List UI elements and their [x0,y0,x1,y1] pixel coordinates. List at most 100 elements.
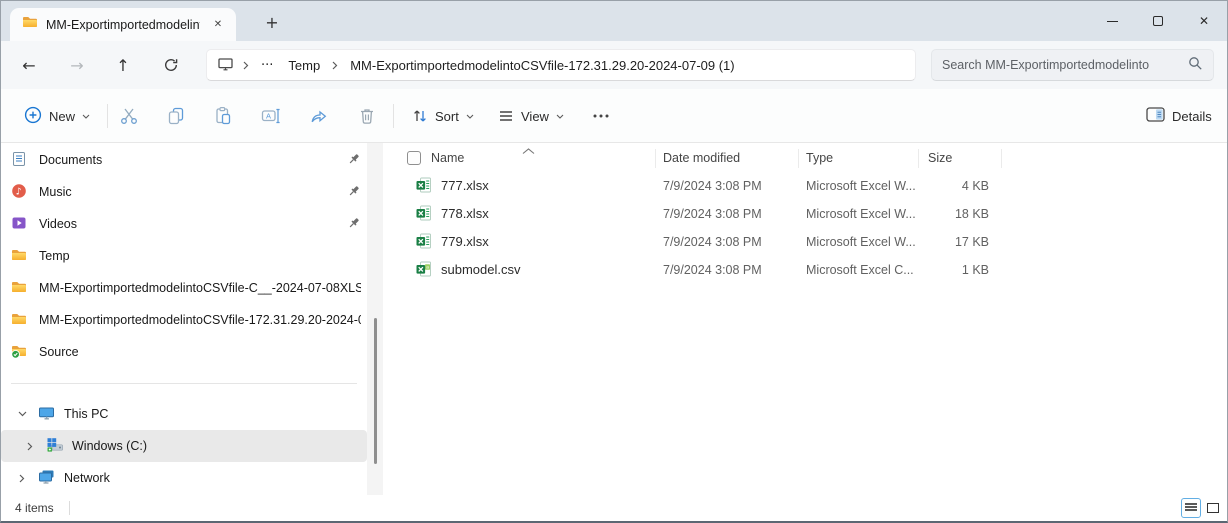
see-more-button[interactable] [585,100,617,132]
sidebar-item-label: Documents [39,153,102,167]
breadcrumb-overflow[interactable]: ··· [258,56,276,75]
chevron-down-icon [82,114,90,119]
select-all-checkbox[interactable] [407,151,421,165]
minimize-button[interactable] [1089,1,1135,41]
file-rows: 777.xlsx 7/9/2024 3:08 PM Microsoft Exce… [383,171,1227,283]
music-icon: ♪ [11,183,27,202]
copy-icon [166,106,186,126]
tab-close-icon[interactable]: ✕ [208,15,228,35]
file-type: Microsoft Excel W... [806,179,916,193]
sidebar-item-mm-folder-1[interactable]: MM-ExportimportedmodelintoCSVfile-C__-20… [1,272,367,304]
item-count: 4 items [15,501,54,515]
back-button[interactable]: ← [13,49,45,81]
chevron-collapsed-icon[interactable] [15,474,29,483]
file-row[interactable]: 779.xlsx 7/9/2024 3:08 PM Microsoft Exce… [383,227,1227,255]
minimize-icon [1107,21,1118,22]
column-header-size[interactable]: Size [928,151,952,165]
chevron-down-icon [556,114,564,119]
pin-icon [347,152,361,169]
paste-button[interactable] [207,100,239,132]
rename-button[interactable]: A [255,100,287,132]
sidebar-scrollbar-thumb[interactable] [374,318,377,464]
sort-button-label: Sort [435,109,459,124]
column-header-type[interactable]: Type [806,151,833,165]
share-button[interactable] [303,100,335,132]
explorer-tab[interactable]: MM-Exportimportedmodelinto ✕ [10,8,236,41]
refresh-button[interactable] [155,49,187,81]
breadcrumb-current-folder[interactable]: MM-ExportimportedmodelintoCSVfile-172.31… [347,56,737,75]
sidebar-item-label: Temp [39,249,70,263]
maximize-icon [1153,16,1163,26]
copy-button[interactable] [160,100,192,132]
svg-text:a: a [426,266,429,271]
new-tab-button[interactable]: + [259,9,285,35]
refresh-icon [163,57,179,73]
sidebar-item-label: MM-ExportimportedmodelintoCSVfile-C__-20… [39,281,361,295]
sidebar-item-temp[interactable]: Temp [1,240,367,272]
file-date-modified: 7/9/2024 3:08 PM [663,207,762,221]
file-name: submodel.csv [441,262,520,277]
sidebar-item-videos[interactable]: Videos [1,208,367,240]
sidebar-item-label: Windows (C:) [72,439,147,453]
file-type: Microsoft Excel C... [806,263,916,277]
view-button[interactable]: View [489,99,573,133]
sidebar-item-label: Music [39,185,72,199]
sidebar-item-source[interactable]: Source [1,336,367,368]
sidebar-item-windows-c[interactable]: Windows (C:) [1,430,367,462]
details-view-toggle[interactable] [1181,498,1201,518]
search-box[interactable]: Search MM-Exportimportedmodelinto [931,49,1214,81]
search-icon [1188,56,1203,74]
address-bar[interactable]: ··· Temp MM-ExportimportedmodelintoCSVfi… [206,49,916,81]
file-row[interactable]: 777.xlsx 7/9/2024 3:08 PM Microsoft Exce… [383,171,1227,199]
more-options-icon [591,106,611,126]
maximize-button[interactable] [1135,1,1181,41]
delete-button[interactable] [351,100,383,132]
file-row[interactable]: 778.xlsx 7/9/2024 3:08 PM Microsoft Exce… [383,199,1227,227]
chevron-collapsed-icon[interactable] [23,442,37,451]
sidebar-scrollbar[interactable] [367,143,383,495]
file-size: 18 KB [903,207,989,221]
sidebar-item-label: Source [39,345,79,359]
column-header-name[interactable]: Name [431,151,464,165]
excel-file-icon [416,177,432,198]
chevron-expanded-icon[interactable] [15,411,29,417]
sidebar-item-mm-folder-2[interactable]: MM-ExportimportedmodelintoCSVfile-172.31… [1,304,367,336]
file-name: 777.xlsx [441,178,489,193]
sort-ascending-icon [522,144,535,158]
sort-icon [412,108,428,124]
breadcrumb-temp[interactable]: Temp [285,56,323,75]
navigation-pane: Documents ♪ Music [1,143,367,495]
sort-button[interactable]: Sort [403,99,483,133]
sidebar-item-label: This PC [64,407,108,421]
sidebar-item-documents[interactable]: Documents [1,144,367,176]
new-button-label: New [49,109,75,124]
plus-circle-icon [24,106,42,127]
file-row[interactable]: a submodel.csv 7/9/2024 3:08 PM Microsof… [383,255,1227,283]
up-button[interactable]: ↑ [107,49,139,81]
new-button[interactable]: New [15,99,99,133]
close-button[interactable]: ✕ [1181,1,1227,41]
column-headers: Name Date modified Type Size [383,145,1227,171]
large-icons-view-toggle[interactable] [1203,498,1223,518]
sidebar-item-music[interactable]: ♪ Music [1,176,367,208]
titlebar: MM-Exportimportedmodelinto ✕ + ✕ [1,1,1227,41]
details-pane-button[interactable]: Details [1137,99,1221,133]
svg-text:♪: ♪ [16,186,22,197]
folder-icon [22,14,38,35]
column-header-date-modified[interactable]: Date modified [663,151,740,165]
share-icon [309,106,329,126]
documents-icon [11,151,27,170]
pin-icon [347,216,361,233]
excel-file-icon [416,205,432,226]
status-bar: 4 items [1,495,1227,521]
this-pc-icon [38,405,55,424]
cut-button[interactable] [113,100,145,132]
sidebar-item-network[interactable]: Network [1,462,367,494]
sidebar-item-label: MM-ExportimportedmodelintoCSVfile-172.31… [39,313,361,327]
details-pane-icon [1146,107,1165,125]
command-toolbar: New A [1,89,1227,143]
videos-icon [11,215,27,234]
file-size: 17 KB [903,235,989,249]
forward-button[interactable]: → [61,49,93,81]
sidebar-item-this-pc[interactable]: This PC [1,398,367,430]
